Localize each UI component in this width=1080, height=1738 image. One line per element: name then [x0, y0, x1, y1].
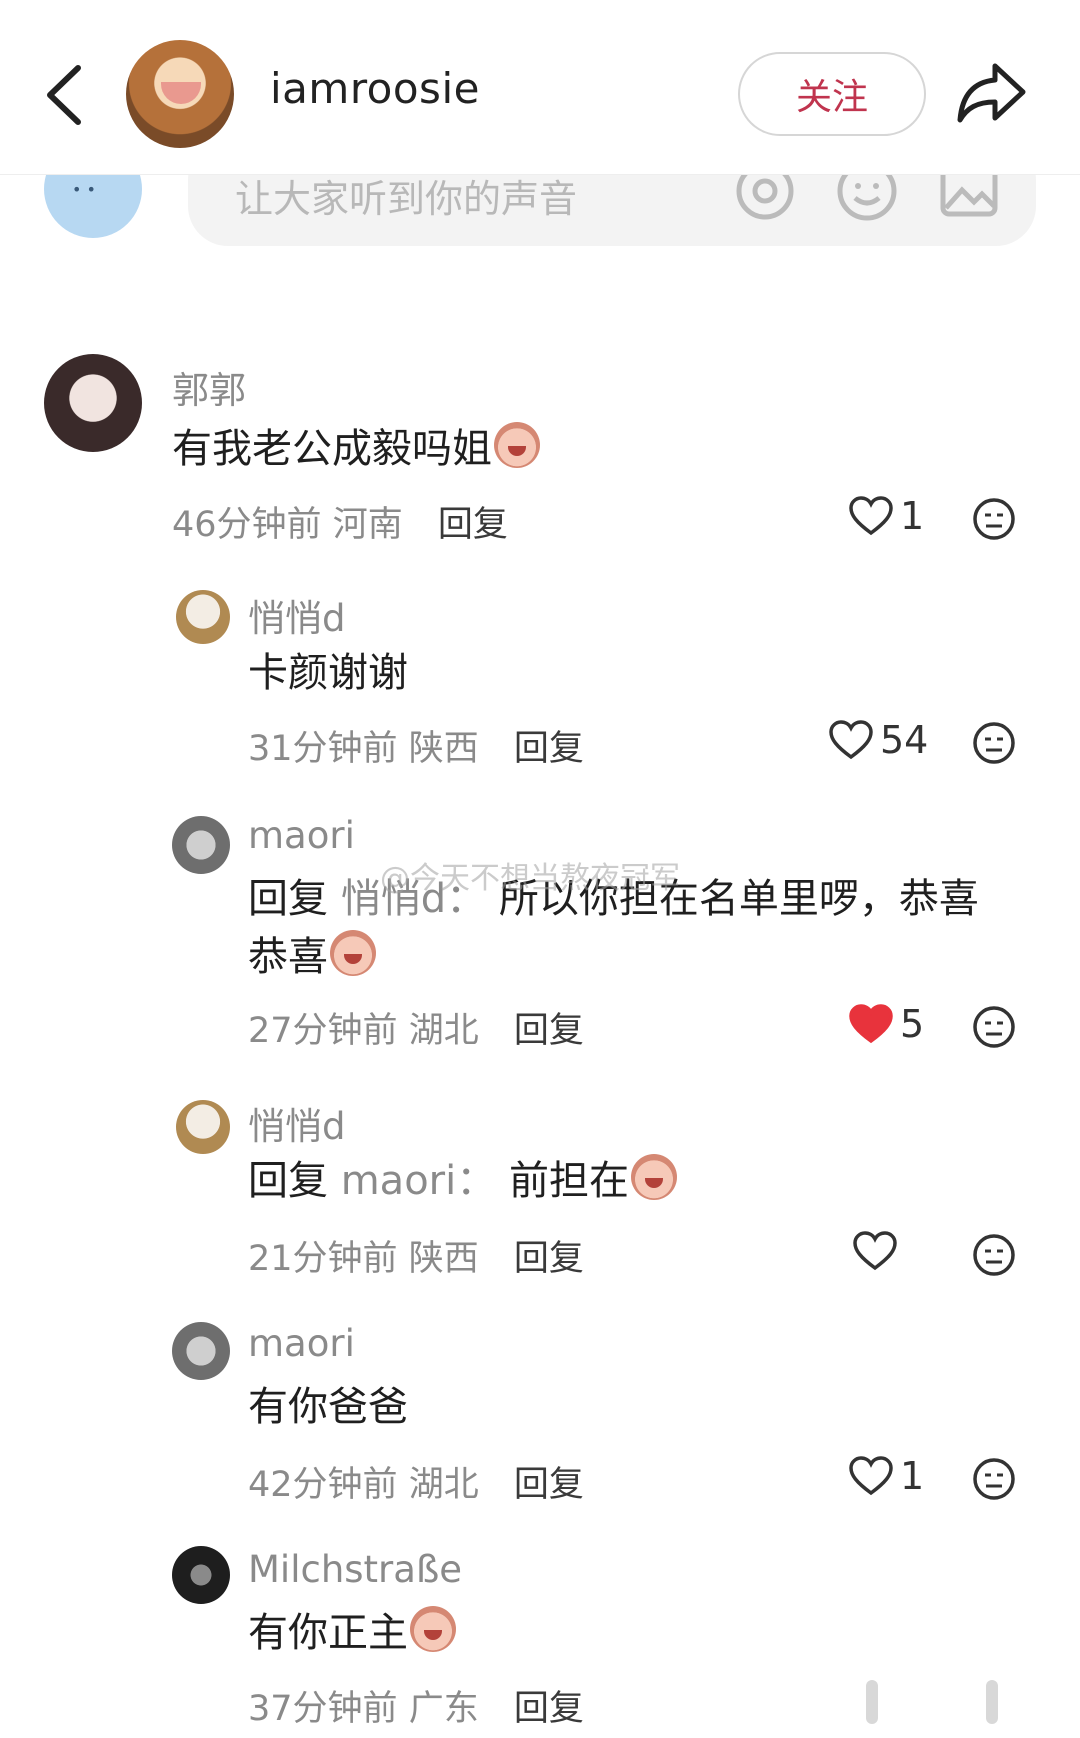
comment-meta: 31分钟前 陕西 回复 — [248, 720, 584, 771]
reply-button[interactable]: 回复 — [438, 505, 508, 545]
comment-username[interactable]: maori — [248, 1322, 355, 1365]
comment-meta: 21分钟前 陕西 回复 — [248, 1230, 584, 1281]
comment-text: 有我老公成毅吗姐 — [172, 418, 540, 480]
comment-location: 湖北 — [408, 1011, 479, 1051]
comment-time: 42分钟前 — [248, 1465, 398, 1505]
reply-button[interactable]: 回复 — [514, 1239, 584, 1279]
comment-username[interactable]: 悄悄d — [248, 588, 346, 642]
like-button[interactable]: 54 — [828, 718, 928, 762]
comment-location: 湖北 — [408, 1465, 479, 1505]
like-count: 5 — [900, 1002, 925, 1046]
watermark: @今天不想当熬夜冠军 — [380, 861, 680, 896]
comment-text-content: 前担在 — [508, 1158, 629, 1204]
heart-outline-icon — [849, 496, 893, 536]
reply-to-user[interactable]: maori： — [341, 1158, 497, 1204]
comment-time: 37分钟前 — [248, 1689, 398, 1729]
comment-meta: 37分钟前 广东 回复 — [248, 1680, 584, 1731]
commenter-avatar[interactable] — [44, 354, 142, 452]
share-icon[interactable] — [955, 58, 1029, 128]
comment-username[interactable]: maori — [248, 814, 355, 857]
reply-prefix: 回复 — [248, 1158, 328, 1204]
comment-location: 广东 — [408, 1689, 479, 1729]
comment-text-content: 有你正主 — [248, 1610, 408, 1656]
heart-outline-icon — [829, 720, 873, 760]
reply-prefix: 回复 — [248, 876, 328, 922]
commenter-avatar[interactable] — [172, 1322, 230, 1380]
comment-location: 陕西 — [408, 1239, 479, 1279]
scroll-indicator — [866, 1680, 878, 1724]
profile-avatar[interactable] — [126, 40, 234, 148]
like-button[interactable] — [852, 1230, 904, 1272]
comment-username[interactable]: 郭郭 — [172, 360, 246, 414]
comment-text-content: 恭喜 — [248, 934, 328, 980]
comment-time: 21分钟前 — [248, 1239, 398, 1279]
like-button[interactable]: 1 — [848, 494, 924, 538]
sticker-emoji-icon — [330, 930, 376, 976]
reply-button[interactable]: 回复 — [514, 1689, 584, 1729]
dislike-face-icon[interactable] — [972, 721, 1016, 765]
commenter-avatar[interactable] — [172, 816, 230, 874]
comment-location: 河南 — [332, 505, 403, 545]
sticker-emoji-icon — [410, 1606, 456, 1652]
reply-button[interactable]: 回复 — [514, 1011, 584, 1051]
comment-meta: 42分钟前 湖北 回复 — [248, 1456, 584, 1507]
comment-text: 回复 maori： 前担在 — [248, 1150, 677, 1212]
dislike-face-icon[interactable] — [972, 1457, 1016, 1501]
comment-text-content: 有我老公成毅吗姐 — [172, 426, 492, 472]
dislike-face-icon[interactable] — [972, 1005, 1016, 1049]
comment-username[interactable]: Milchstraße — [248, 1548, 462, 1591]
sticker-emoji-icon — [494, 422, 540, 468]
heart-outline-icon — [853, 1231, 897, 1271]
comment-time: 31分钟前 — [248, 729, 398, 769]
like-count: 54 — [880, 718, 929, 762]
top-bar: iamroosie 关注 — [0, 0, 1080, 175]
reply-button[interactable]: 回复 — [514, 1465, 584, 1505]
comment-time: 46分钟前 — [172, 505, 322, 545]
comment-meta: 27分钟前 湖北 回复 — [248, 1002, 584, 1053]
comment-text: 有你爸爸 — [248, 1384, 408, 1430]
comment-text: 卡颜谢谢 — [248, 650, 408, 696]
like-button[interactable]: 1 — [848, 1454, 924, 1498]
profile-username[interactable]: iamroosie — [270, 64, 480, 113]
comment-text: 有你正主 — [248, 1602, 456, 1664]
dislike-face-icon[interactable] — [972, 497, 1016, 541]
heart-filled-icon — [849, 1004, 893, 1044]
comment-input-placeholder: 让大家听到你的声音 — [235, 177, 578, 221]
like-button[interactable]: 5 — [848, 1002, 924, 1046]
commenter-avatar[interactable] — [176, 590, 230, 644]
heart-outline-icon — [849, 1456, 893, 1496]
like-count: 1 — [900, 1454, 925, 1498]
reply-button[interactable]: 回复 — [514, 729, 584, 769]
scroll-indicator — [986, 1680, 998, 1724]
like-count: 1 — [900, 494, 925, 538]
sticker-emoji-icon — [630, 1154, 677, 1200]
back-arrow-icon[interactable] — [40, 60, 90, 130]
comment-location: 陕西 — [408, 729, 479, 769]
follow-button[interactable]: 关注 — [738, 52, 926, 136]
comment-time: 27分钟前 — [248, 1011, 398, 1051]
dislike-face-icon[interactable] — [972, 1233, 1016, 1277]
commenter-avatar[interactable] — [172, 1546, 230, 1604]
commenter-avatar[interactable] — [176, 1100, 230, 1154]
comment-username[interactable]: 悄悄d — [248, 1096, 346, 1150]
comment-meta: 46分钟前 河南 回复 — [172, 496, 508, 547]
comment-text: 恭喜 — [248, 926, 376, 988]
